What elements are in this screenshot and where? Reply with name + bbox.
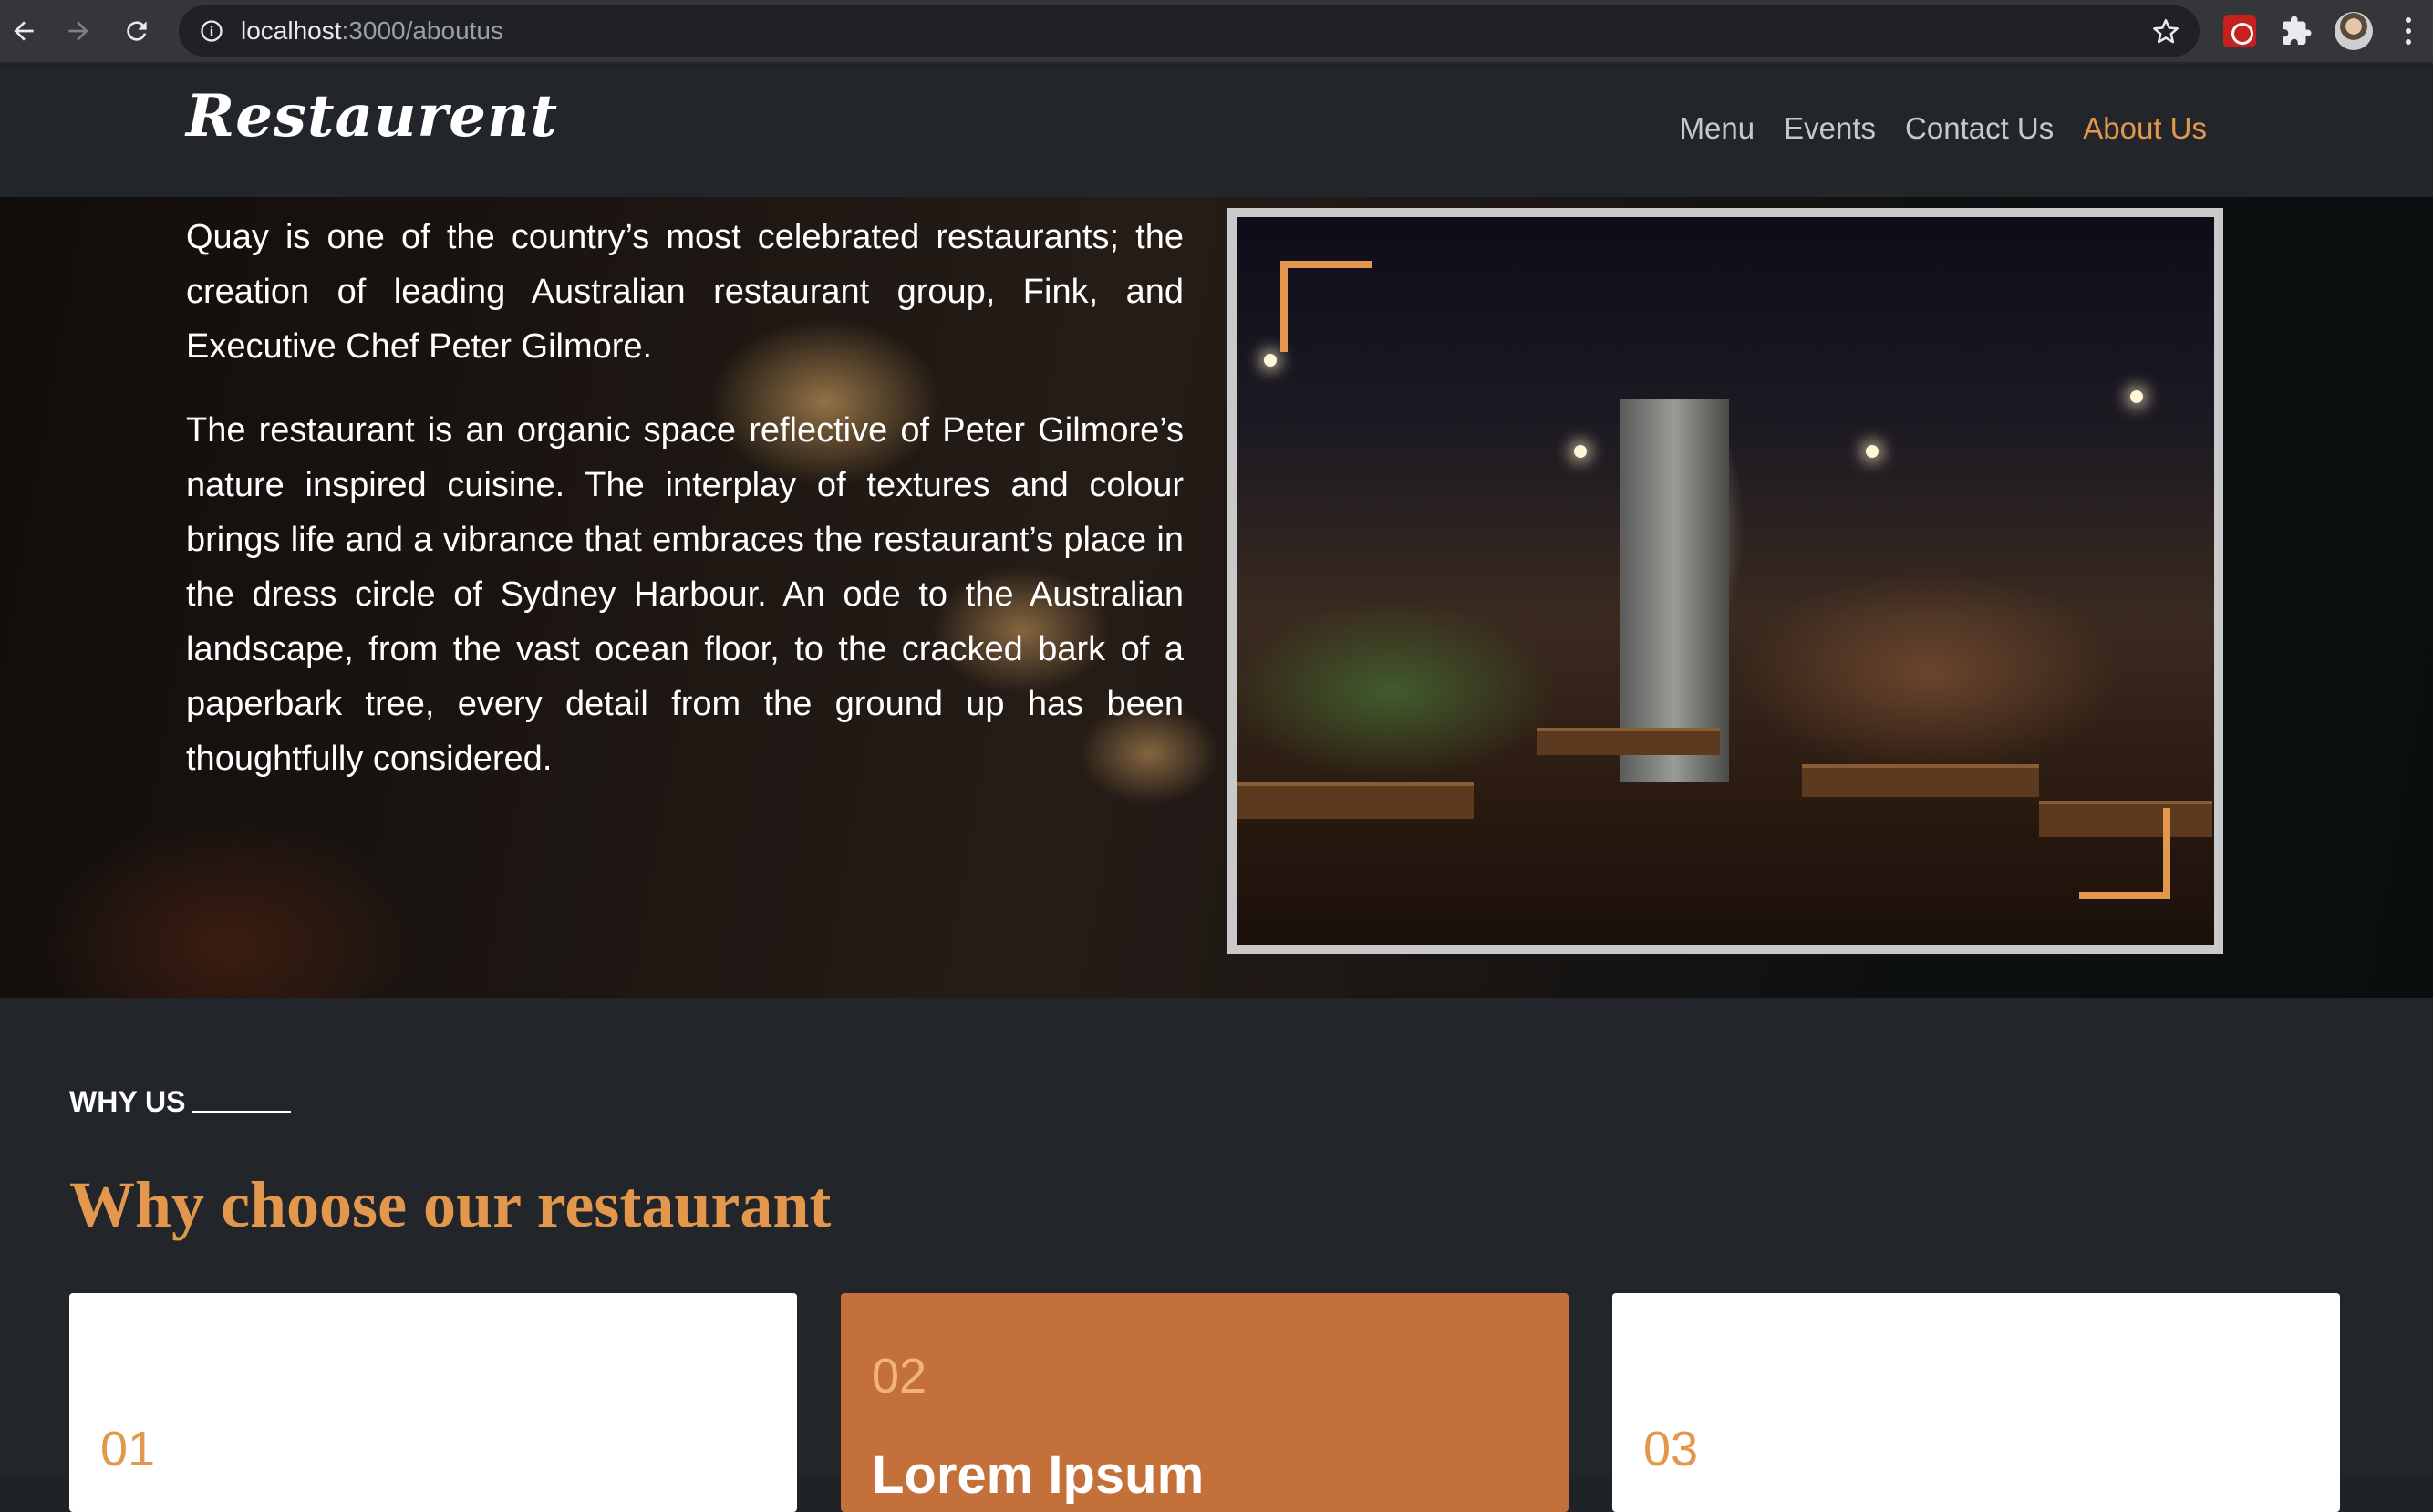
forward-arrow-icon[interactable] xyxy=(60,13,97,49)
back-arrow-icon[interactable] xyxy=(5,13,42,49)
card-number: 03 xyxy=(1643,1422,1699,1476)
puzzle-extensions-icon[interactable] xyxy=(2280,15,2313,47)
feature-card-highlighted: 02 Lorem Ipsum xyxy=(841,1293,1569,1512)
main-nav: Menu Events Contact Us About Us xyxy=(1680,111,2207,146)
site-header: Restaurent Menu Events Contact Us About … xyxy=(0,66,2433,197)
profile-avatar[interactable] xyxy=(2335,12,2373,50)
section-eyebrow: WHY US xyxy=(69,1085,292,1119)
feature-card: 03 xyxy=(1612,1293,2340,1512)
feature-card: 01 xyxy=(69,1293,797,1512)
address-bar[interactable]: localhost:3000/aboutus xyxy=(179,5,2200,57)
corner-accent xyxy=(1280,261,1372,352)
corner-accent xyxy=(2079,808,2170,899)
nav-link-about-us[interactable]: About Us xyxy=(2083,111,2207,146)
restaurant-interior-photo xyxy=(1227,208,2223,954)
card-number: 02 xyxy=(872,1349,927,1403)
about-paragraph: The restaurant is an organic space refle… xyxy=(186,411,1184,778)
card-number: 01 xyxy=(100,1422,156,1476)
reload-icon[interactable] xyxy=(119,13,155,49)
about-text: Quay is one of the country’s most celebr… xyxy=(186,210,1184,815)
section-title: Why choose our restaurant xyxy=(69,1168,832,1241)
why-us-section: WHY US Why choose our restaurant 01 02 L… xyxy=(0,998,2433,1512)
browser-toolbar: localhost:3000/aboutus xyxy=(0,0,2433,64)
extension-icon[interactable] xyxy=(2223,15,2256,47)
card-title: Lorem Ipsum xyxy=(872,1445,1205,1505)
url-text: localhost:3000/aboutus xyxy=(241,16,504,45)
site-logo[interactable]: Restaurent xyxy=(186,82,558,150)
nav-link-events[interactable]: Events xyxy=(1784,111,1876,146)
site-info-icon[interactable] xyxy=(199,18,224,44)
bookmark-star-icon[interactable] xyxy=(2150,16,2181,47)
about-hero: Quay is one of the country’s most celebr… xyxy=(0,197,2433,998)
nav-link-menu[interactable]: Menu xyxy=(1680,111,1755,146)
more-menu-icon[interactable] xyxy=(2406,15,2413,47)
nav-link-contact-us[interactable]: Contact Us xyxy=(1905,111,2054,146)
about-paragraph: Quay is one of the country’s most celebr… xyxy=(186,218,1184,366)
